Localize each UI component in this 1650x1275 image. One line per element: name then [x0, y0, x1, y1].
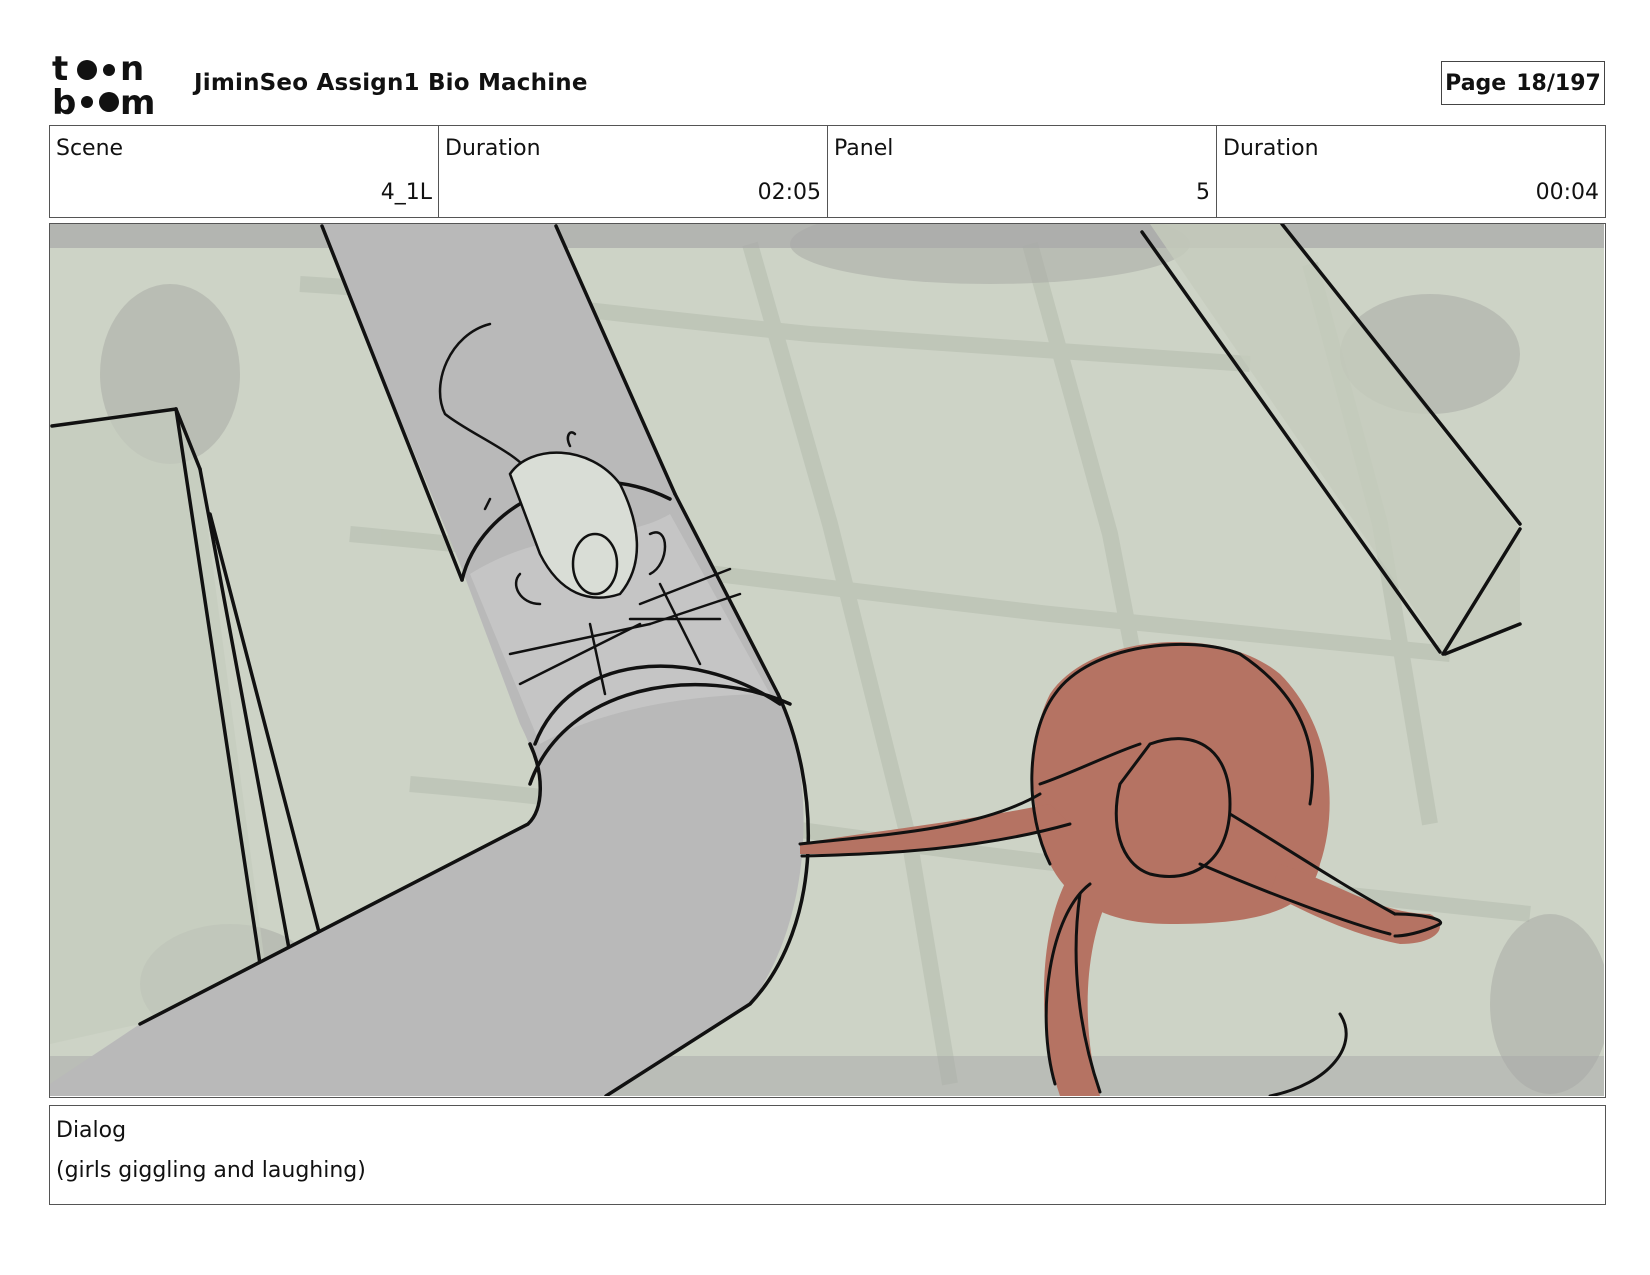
toonboom-logo: t n b m	[52, 52, 155, 116]
page-label: Page	[1445, 70, 1507, 96]
scene-value: 4_1L	[380, 180, 432, 205]
dialog-text: (girls giggling and laughing)	[56, 1158, 366, 1183]
dialog-label: Dialog	[56, 1118, 127, 1143]
storyboard-panel	[49, 223, 1606, 1098]
scene-cell: Scene 4_1L	[50, 126, 439, 217]
scene-duration-cell: Duration 02:05	[439, 126, 828, 217]
scene-duration-value: 02:05	[757, 180, 821, 205]
scene-duration-label: Duration	[445, 136, 541, 161]
panel-duration-label: Duration	[1223, 136, 1319, 161]
panel-label: Panel	[834, 136, 894, 161]
panel-duration-value: 00:04	[1535, 180, 1599, 205]
document-title: JiminSeo Assign1 Bio Machine	[194, 70, 588, 96]
page-indicator: Page 18/197	[1441, 61, 1605, 105]
scene-label: Scene	[56, 136, 124, 161]
dialog-box: Dialog (girls giggling and laughing)	[49, 1105, 1606, 1205]
svg-text:b: b	[52, 83, 76, 116]
page-number: 18/197	[1516, 70, 1601, 96]
scene-info-table: Scene 4_1L Duration 02:05 Panel 5 Durati…	[49, 125, 1606, 218]
storyboard-drawing	[50, 224, 1604, 1096]
panel-duration-cell: Duration 00:04	[1217, 126, 1605, 217]
panel-cell: Panel 5	[828, 126, 1217, 217]
panel-value: 5	[1196, 180, 1210, 205]
svg-text:m: m	[120, 83, 155, 116]
